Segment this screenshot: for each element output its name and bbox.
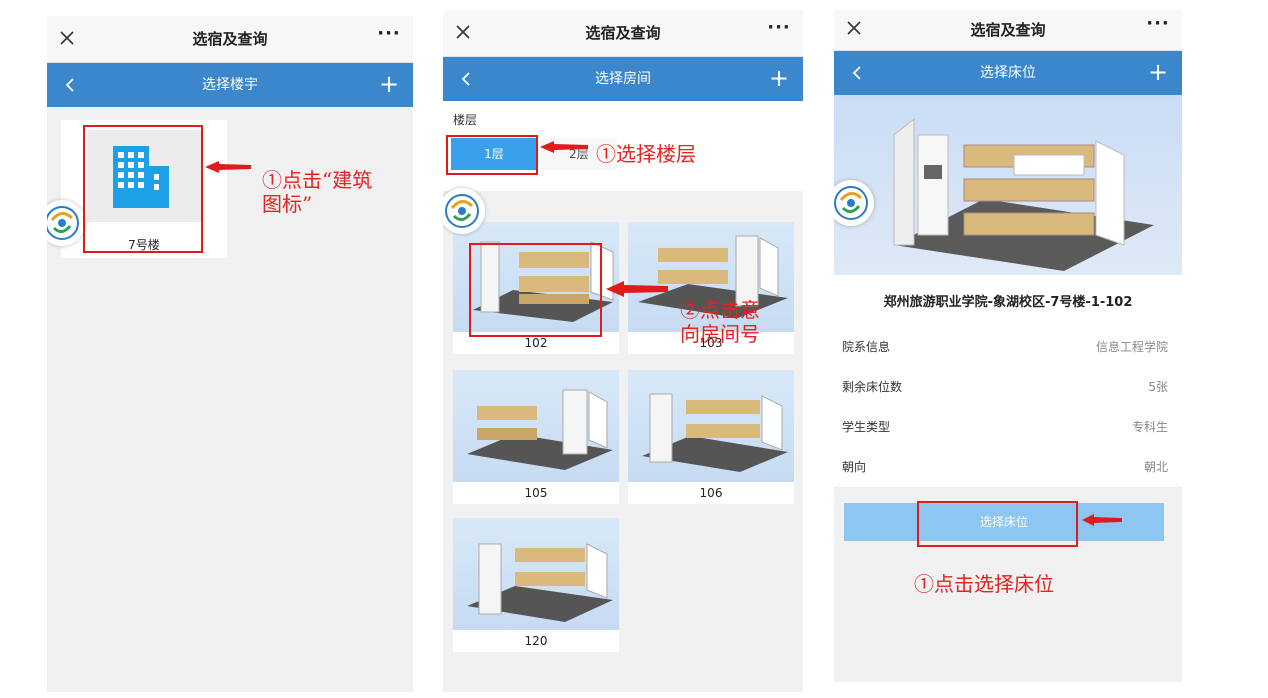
room-card-120[interactable]: 120 bbox=[453, 518, 619, 652]
nav-title: 选择房间 bbox=[595, 71, 651, 87]
more-icon[interactable]: ··· bbox=[765, 18, 793, 46]
school-logo-icon[interactable] bbox=[443, 188, 485, 234]
more-icon[interactable]: ··· bbox=[375, 24, 403, 52]
room-number: 106 bbox=[699, 486, 723, 500]
room-number: 120 bbox=[524, 634, 548, 648]
window-titlebar: 选宿及查询 ··· bbox=[47, 16, 413, 63]
more-icon[interactable]: ··· bbox=[1144, 14, 1172, 42]
nav-title: 选择楼宇 bbox=[202, 77, 258, 93]
info-value: 专科生 bbox=[1131, 420, 1168, 434]
floor-section-label: 楼层 bbox=[453, 113, 478, 127]
nav-bar: 选择房间 + bbox=[443, 57, 803, 101]
highlight-building bbox=[83, 125, 203, 253]
nav-bar: 选择床位 + bbox=[834, 51, 1182, 95]
room-image bbox=[453, 518, 619, 630]
info-row-remaining-beds: 剩余床位数 5张 bbox=[834, 367, 1182, 408]
room-image bbox=[628, 370, 794, 482]
room-hero-image bbox=[834, 95, 1182, 275]
arrow-pointer-icon bbox=[1082, 514, 1122, 526]
nav-bar: 选择楼宇 + bbox=[47, 63, 413, 107]
annotation-click-room: ②点击意 向房间号 bbox=[680, 298, 760, 346]
info-value: 5张 bbox=[1148, 380, 1168, 394]
highlight-select-bed bbox=[917, 501, 1078, 547]
window-titlebar: 选宿及查询 ··· bbox=[834, 10, 1182, 51]
highlight-floor bbox=[446, 135, 538, 175]
annotation-click-select-bed: ①点击选择床位 bbox=[914, 572, 1054, 596]
info-key: 院系信息 bbox=[842, 340, 891, 354]
annotation-click-building: ①点击“建筑 图标” bbox=[262, 168, 373, 216]
window-title: 选宿及查询 bbox=[192, 30, 268, 48]
info-row-orientation: 朝向 朝北 bbox=[834, 447, 1182, 488]
arrow-pointer-icon bbox=[205, 161, 251, 173]
plus-icon[interactable]: + bbox=[1144, 59, 1172, 87]
window-titlebar: 选宿及查询 ··· bbox=[443, 10, 803, 57]
room-image bbox=[453, 370, 619, 482]
screen-select-room: 选宿及查询 ··· 选择房间 + 楼层 1层 2层 102 103 105 10… bbox=[443, 10, 803, 692]
screen-select-building: 选宿及查询 ··· 选择楼宇 + 7号楼 bbox=[47, 16, 413, 692]
room-title-bar: 郑州旅游职业学院-象湖校区-7号楼-1-102 bbox=[834, 275, 1182, 328]
arrow-pointer-icon bbox=[606, 281, 668, 297]
info-key: 朝向 bbox=[842, 460, 867, 474]
info-row-department: 院系信息 信息工程学院 bbox=[834, 327, 1182, 368]
room-card-105[interactable]: 105 bbox=[453, 370, 619, 504]
school-logo-icon[interactable] bbox=[47, 200, 85, 246]
info-key: 学生类型 bbox=[842, 420, 891, 434]
school-logo-icon[interactable] bbox=[834, 180, 874, 226]
room-number: 105 bbox=[524, 486, 548, 500]
info-value: 信息工程学院 bbox=[1095, 340, 1168, 354]
annotation-select-floor: ①选择楼层 bbox=[596, 142, 696, 166]
plus-icon[interactable]: + bbox=[375, 71, 403, 99]
room-card-106[interactable]: 106 bbox=[628, 370, 794, 504]
info-key: 剩余床位数 bbox=[842, 380, 903, 394]
room-title: 郑州旅游职业学院-象湖校区-7号楼-1-102 bbox=[883, 295, 1133, 310]
window-title: 选宿及查询 bbox=[585, 24, 661, 42]
info-value: 朝北 bbox=[1143, 460, 1168, 474]
plus-icon[interactable]: + bbox=[765, 65, 793, 93]
window-title: 选宿及查询 bbox=[970, 21, 1046, 39]
nav-title: 选择床位 bbox=[980, 65, 1036, 81]
arrow-pointer-icon bbox=[540, 141, 588, 153]
highlight-room bbox=[469, 243, 602, 337]
info-row-student-type: 学生类型 专科生 bbox=[834, 407, 1182, 448]
